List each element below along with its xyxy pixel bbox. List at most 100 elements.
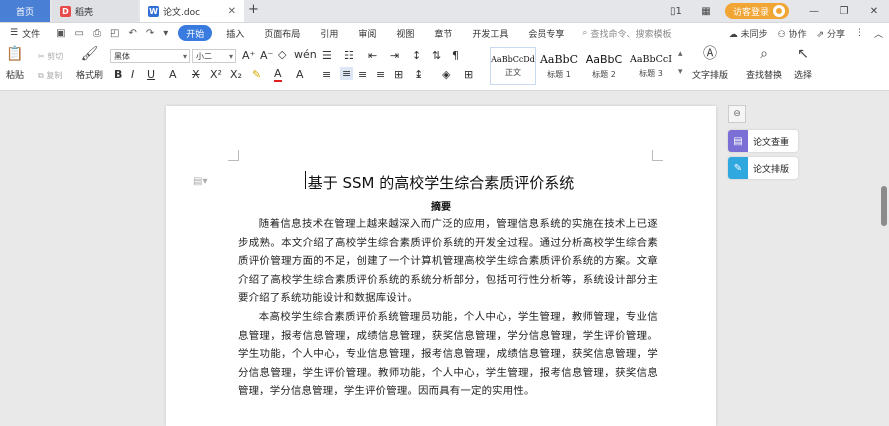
style-heading-3-label: 标题 3	[639, 68, 663, 78]
cut-button[interactable]: ✂ 剪切	[38, 51, 63, 62]
tab-start[interactable]: 开始	[178, 25, 213, 41]
tab-view[interactable]: 视图	[386, 25, 424, 41]
shading-icon[interactable]: ◈	[442, 68, 450, 81]
font-name-select[interactable]: 黑体	[110, 49, 190, 63]
text-cursor	[305, 171, 306, 189]
underline-icon[interactable]: U	[147, 68, 155, 81]
more-icon[interactable]: ⋮	[855, 28, 864, 38]
minimize-icon[interactable]: —	[799, 6, 829, 17]
paper-check-label: 论文查重	[753, 137, 790, 148]
file-menu[interactable]: ☰ 文件	[0, 25, 50, 41]
decrease-indent-icon[interactable]: ⇤	[368, 49, 377, 62]
char-shading-icon[interactable]: A	[296, 68, 304, 81]
paste-label: 粘贴	[6, 71, 25, 81]
guest-login-button[interactable]: 访客登录	[724, 3, 789, 19]
clear-format-icon[interactable]: ◇	[278, 48, 286, 61]
select-label: 选择	[794, 71, 813, 81]
tab-page-layout[interactable]: 页面布局	[254, 25, 310, 41]
panel-collapse-icon[interactable]: ⊖	[728, 105, 746, 123]
tab-document[interactable]: W 论文.doc ✕	[140, 0, 244, 22]
pinyin-icon[interactable]: wén	[294, 48, 317, 61]
document-page[interactable]: 基于 SSM 的高校学生综合素质评价系统 摘要 随着信息技术在管理上越来越深入而…	[166, 106, 716, 426]
close-icon[interactable]: ✕	[228, 6, 236, 17]
align-right-icon[interactable]: ≡	[358, 68, 367, 81]
subscript-icon[interactable]: X₂	[230, 68, 242, 81]
reader-mode-icon[interactable]: ▯1	[661, 6, 691, 17]
font-size-select[interactable]: 小二	[192, 49, 236, 63]
print-preview-icon[interactable]: ◰	[110, 28, 119, 39]
distribute-icon[interactable]: ⊞	[394, 68, 403, 81]
tab-daoke-label: 稻壳	[75, 7, 94, 18]
select-button[interactable]: ↖ 选择	[794, 46, 812, 81]
styles-more-icon[interactable]: ▾	[678, 67, 683, 77]
tab-member[interactable]: 会员专享	[518, 25, 574, 41]
undo-icon[interactable]: ↶	[128, 28, 136, 39]
styles-scroll-up-icon[interactable]: ▴	[678, 49, 683, 59]
align-left-icon[interactable]: ≡	[322, 68, 331, 81]
style-normal[interactable]: AaBbCcDd 正文	[490, 47, 536, 85]
print-icon[interactable]: ⎙	[93, 28, 101, 39]
align-center-icon[interactable]: ≡	[340, 67, 354, 80]
grow-font-icon[interactable]: A⁺	[242, 49, 255, 62]
tab-developer[interactable]: 开发工具	[462, 25, 518, 41]
word-doc-icon: W	[148, 5, 159, 17]
increase-indent-icon[interactable]: ⇥	[390, 49, 399, 62]
tab-daoke[interactable]: D 稻壳	[52, 0, 138, 22]
tab-review[interactable]: 审阅	[348, 25, 386, 41]
collab-button[interactable]: ⚇ 协作	[778, 27, 807, 40]
highlight-icon[interactable]: ✎	[252, 68, 261, 81]
close-window-icon[interactable]: ✕	[859, 6, 889, 17]
superscript-icon[interactable]: X²	[210, 68, 222, 81]
justify-icon[interactable]: ≡	[376, 68, 385, 81]
layout-icon[interactable]: ▦	[691, 6, 721, 17]
font-color-icon[interactable]: A	[274, 68, 282, 82]
border-icon[interactable]: ⊞	[464, 68, 473, 81]
abstract-paragraph-1: 随着信息技术在管理上越来越深入而广泛的应用，管理信息系统的实施在技术上已逐步成熟…	[238, 218, 658, 305]
style-heading-1[interactable]: AaBbC 标题 1	[538, 47, 580, 85]
text-layout-button[interactable]: Ⓐ 文字排版	[692, 46, 728, 81]
copy-button[interactable]: ⧉ 复制	[38, 70, 62, 81]
cursor-icon: ↖	[797, 46, 809, 62]
bullet-list-icon[interactable]: ☰	[322, 49, 332, 62]
sort-icon[interactable]: ⇅	[432, 49, 441, 62]
sync-button[interactable]: ☁ 未同步	[729, 27, 768, 40]
menubar-right: ☁ 未同步 ⚇ 协作 ⇗ 分享 ⋮ ︿	[729, 23, 883, 43]
chinese-layout-icon[interactable]: ↕	[412, 49, 421, 62]
strikethrough-icon[interactable]: X	[192, 68, 200, 81]
abstract-heading: 摘要	[431, 202, 451, 213]
shrink-font-icon[interactable]: A⁻	[260, 49, 273, 62]
paper-layout-button[interactable]: ✎ 论文排版	[728, 157, 798, 179]
folder-icon[interactable]: ▭	[75, 28, 84, 39]
numbered-list-icon[interactable]: ☷	[344, 49, 354, 62]
vertical-scrollbar[interactable]	[879, 91, 889, 400]
bold-icon[interactable]: B	[114, 68, 122, 81]
show-marks-icon[interactable]: ¶	[452, 49, 459, 62]
redo-icon[interactable]: ↷	[146, 28, 154, 39]
style-heading-2[interactable]: AaBbC 标题 2	[582, 47, 626, 85]
ribbon: 📋 粘贴 ✂ 剪切 ⧉ 复制 🖌 格式刷 黑体 小二 A⁺ A⁻ ◇ wén B…	[0, 43, 889, 91]
chevron-down-icon[interactable]: ▾	[163, 28, 168, 39]
paper-layout-icon: ✎	[728, 157, 748, 179]
tab-references[interactable]: 引用	[310, 25, 348, 41]
share-icon: ⇗	[816, 29, 825, 40]
command-search[interactable]: ⌕ 查找命令、搜索模板	[582, 27, 671, 40]
share-button[interactable]: ⇗ 分享	[817, 27, 845, 40]
font-effect-icon[interactable]: A	[169, 68, 177, 81]
italic-icon[interactable]: I	[131, 68, 134, 81]
new-tab-icon[interactable]: +	[248, 2, 259, 17]
collapse-ribbon-icon[interactable]: ︿	[874, 27, 883, 40]
style-heading-3[interactable]: AaBbCcI 标题 3	[628, 47, 674, 85]
save-icon[interactable]: ▣	[56, 28, 65, 39]
find-replace-button[interactable]: ⌕ 查找替换	[746, 46, 782, 81]
paste-button[interactable]: 📋 粘贴	[6, 46, 24, 81]
line-spacing-icon[interactable]: ↨	[414, 68, 423, 81]
tab-home[interactable]: 首页	[0, 0, 50, 22]
restore-icon[interactable]: ❐	[829, 6, 859, 17]
tab-insert[interactable]: 插入	[216, 25, 254, 41]
paper-check-button[interactable]: ▤ 论文查重	[728, 130, 798, 152]
tab-chapter[interactable]: 章节	[424, 25, 462, 41]
scrollbar-thumb[interactable]	[881, 186, 887, 226]
abstract-paragraph-2: 本高校学生综合素质评价系统管理员功能，个人中心，学生管理，教师管理，专业信息管理…	[238, 311, 658, 398]
document-icon[interactable]: ▤▾	[193, 176, 207, 187]
format-painter-button[interactable]: 🖌 格式刷	[76, 46, 103, 81]
